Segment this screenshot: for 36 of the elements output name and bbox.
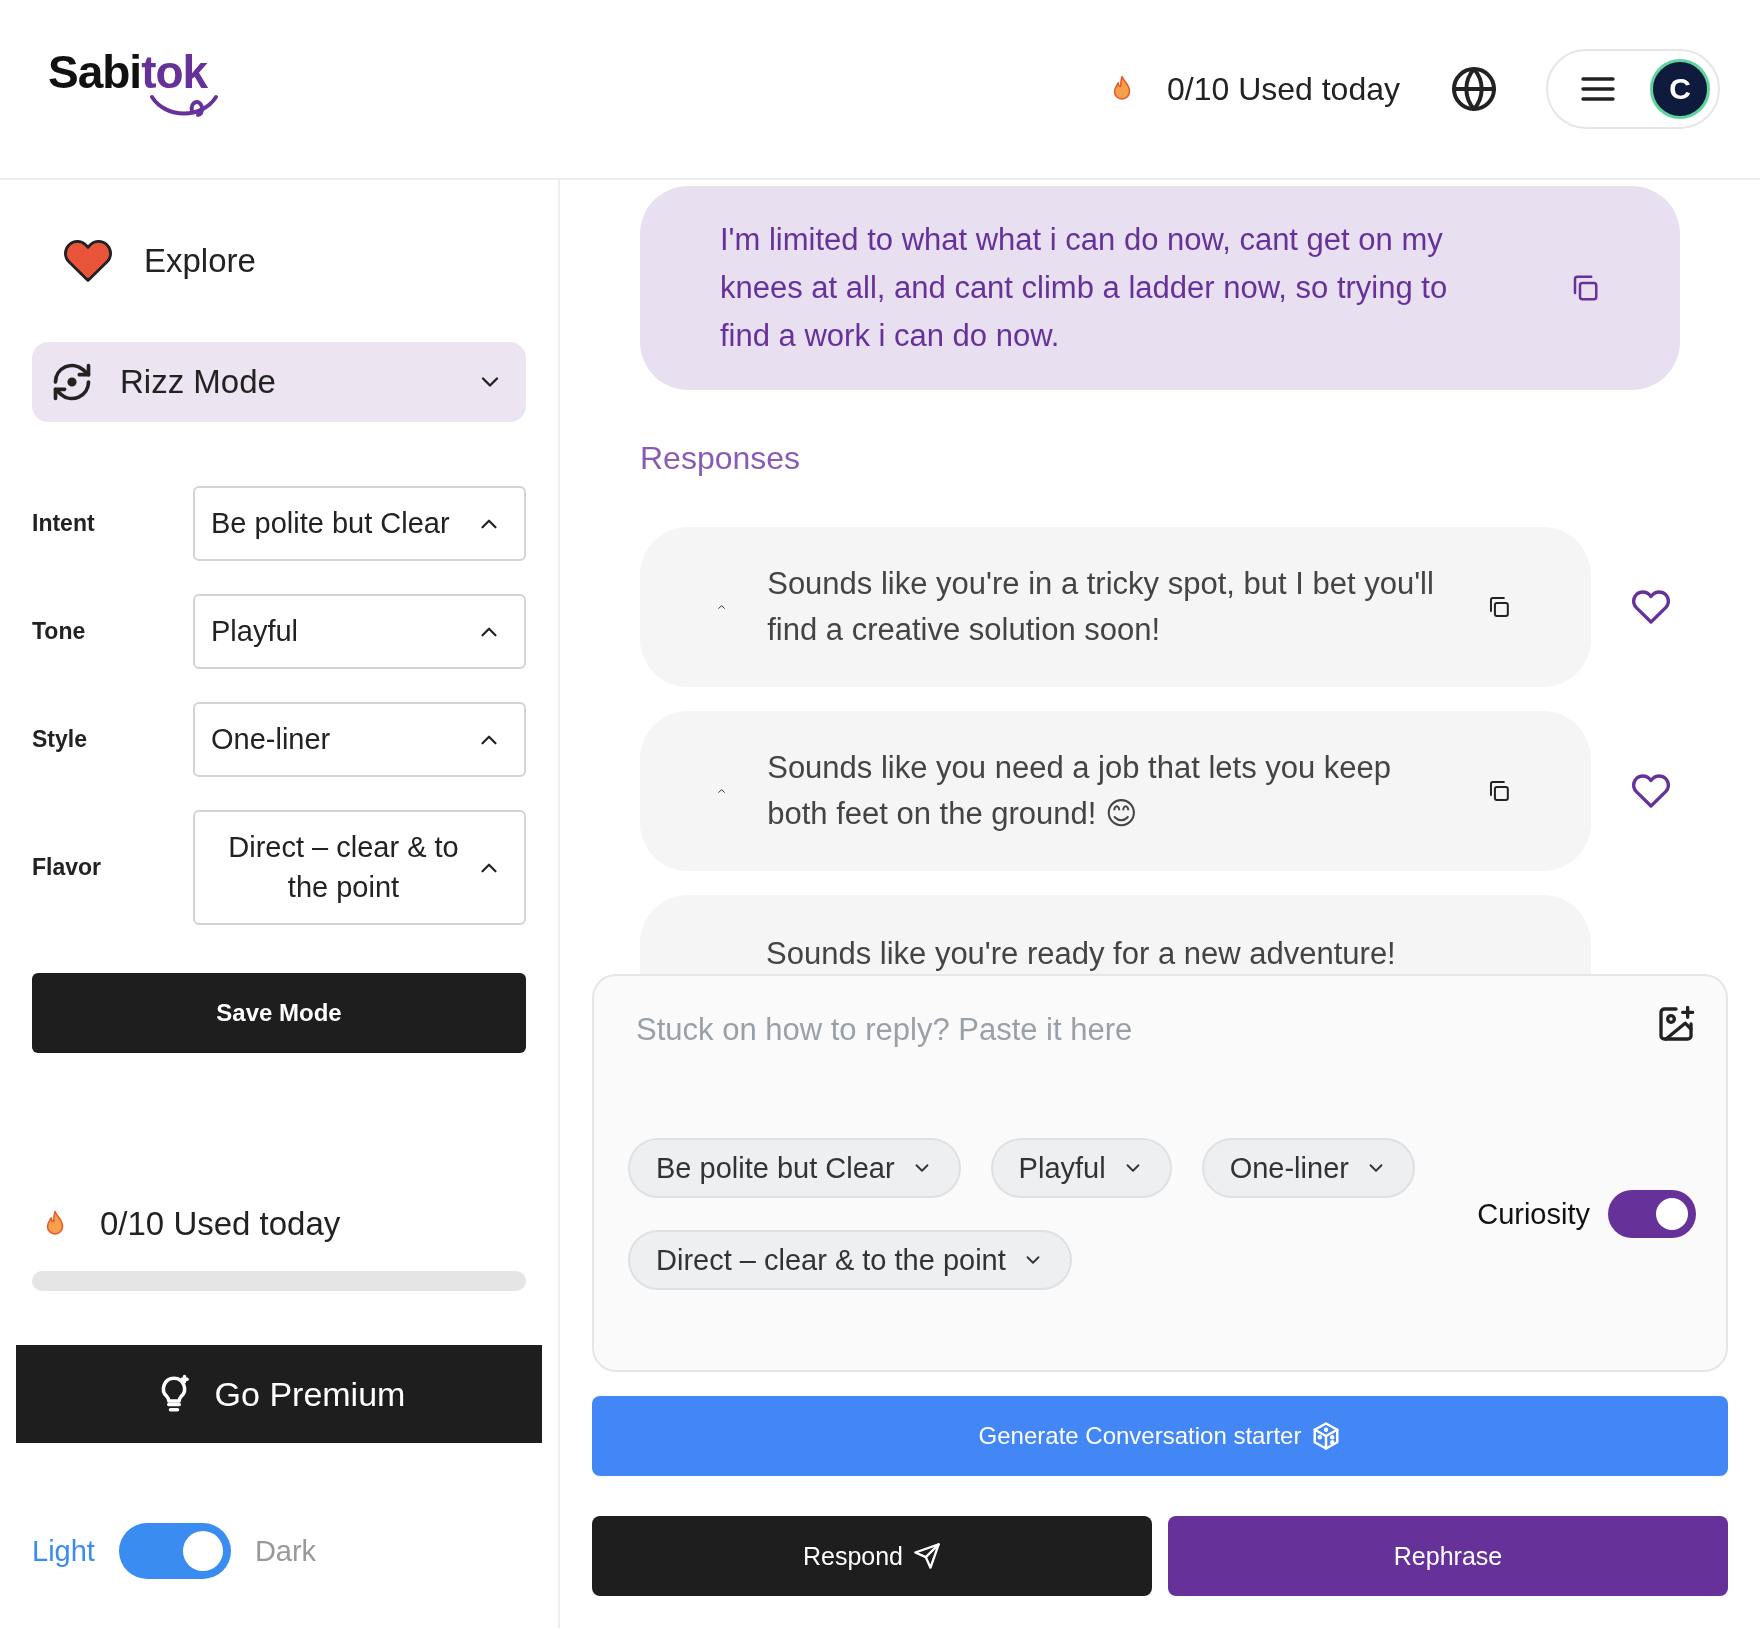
- response-text: Sounds like you're ready for a new adventure!: [766, 935, 1397, 974]
- respond-button[interactable]: Respond: [592, 1516, 1152, 1596]
- send-icon: [913, 1542, 942, 1570]
- field-label: Style: [32, 726, 88, 753]
- dice-icon: [1311, 1421, 1342, 1451]
- toggle-label: Curiosity: [1477, 1197, 1590, 1231]
- curiosity-switch[interactable]: [1608, 1190, 1696, 1238]
- save-button[interactable]: Save Mode: [32, 973, 526, 1053]
- field-label: Flavor: [32, 854, 103, 881]
- mode-dropdown[interactable]: Rizz Mode: [32, 342, 526, 422]
- usage-counter: 0/10 Used today: [100, 1205, 341, 1243]
- globe-icon[interactable]: [1450, 65, 1498, 113]
- field-label: Tone: [32, 618, 87, 645]
- rephrase-button[interactable]: Rephrase: [1168, 1516, 1728, 1596]
- account-menu[interactable]: C: [1546, 49, 1720, 129]
- option-chip[interactable]: Playful: [990, 1138, 1172, 1198]
- explore-link[interactable]: Explore: [144, 242, 256, 280]
- select-field[interactable]: Direct – clear & to the point: [193, 810, 526, 925]
- select-field[interactable]: Playful: [193, 594, 526, 669]
- avatar[interactable]: C: [1650, 59, 1710, 119]
- option-chip[interactable]: One-liner: [1201, 1138, 1415, 1198]
- response-text: Sounds like you're in a tricky spot, but I bet you'll find a creative solution soon!: [767, 564, 1435, 650]
- premium-button[interactable]: Go Premium: [16, 1345, 542, 1443]
- field-label: Intent: [32, 510, 96, 537]
- response-text: Sounds like you need a job that lets you keep both feet on the ground! 😊: [767, 748, 1393, 834]
- select-field[interactable]: One-liner: [193, 702, 526, 777]
- usage-counter: 0/10 Used today: [1166, 70, 1400, 108]
- logo: Sabitok: [48, 49, 220, 119]
- message-text: I'm limited to what what i can do now, cant get on my knees at all, and cant climb a ladder now, so trying to find a work i can do now.: [720, 221, 1449, 356]
- select-field[interactable]: Be polite but Clear: [193, 486, 526, 561]
- theme-toggle[interactable]: [118, 1523, 231, 1579]
- option-chip[interactable]: Direct – clear & to the point: [628, 1230, 1072, 1290]
- image-add-icon[interactable]: [1656, 1004, 1696, 1044]
- message-input[interactable]: Stuck on how to reply? Paste it here: [628, 1004, 1656, 1048]
- section-title: Responses: [640, 440, 802, 478]
- option-chip[interactable]: Be polite but Clear: [628, 1138, 961, 1198]
